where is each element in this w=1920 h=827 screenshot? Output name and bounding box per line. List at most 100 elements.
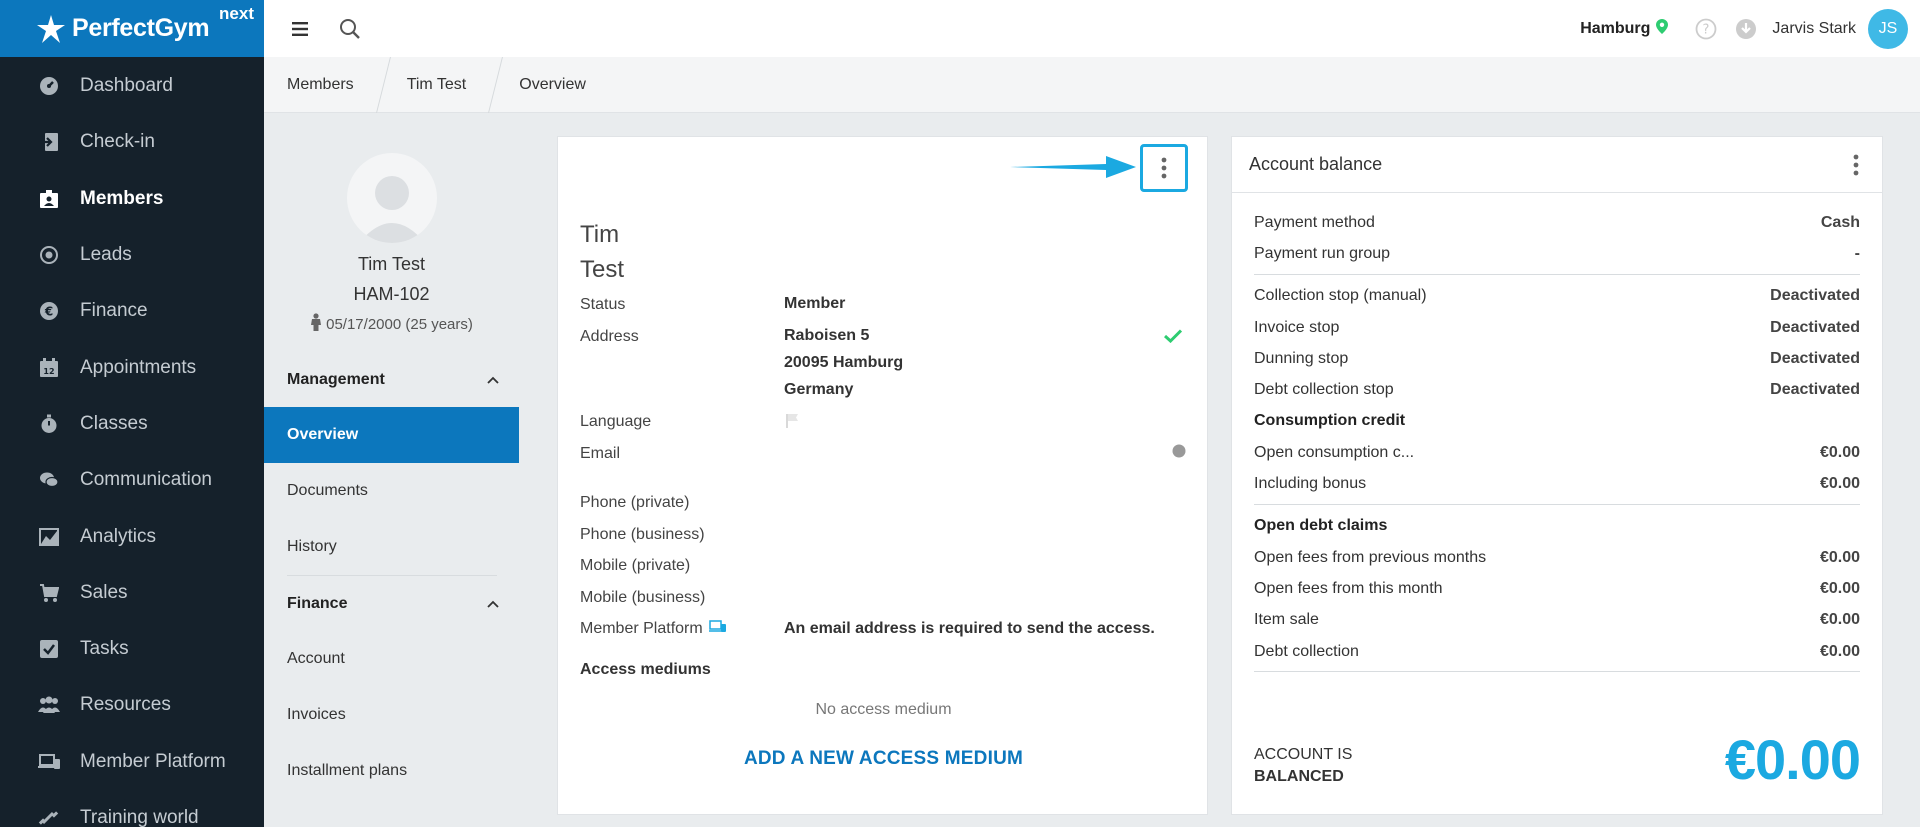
nav-item-appointments[interactable]: 12 Appointments bbox=[0, 339, 264, 395]
balance-value: Cash bbox=[1820, 213, 1860, 231]
nav-label: Sales bbox=[80, 581, 128, 603]
nav-label: Classes bbox=[80, 412, 148, 434]
brand-header[interactable]: PerfectGym next bbox=[0, 0, 264, 57]
leads-icon bbox=[38, 244, 60, 266]
user-avatar[interactable]: JS bbox=[1868, 8, 1908, 49]
balance-value: Deactivated bbox=[1770, 318, 1860, 336]
pointer-arrow-icon bbox=[1010, 156, 1136, 178]
nav-item-sales[interactable]: Sales bbox=[0, 565, 264, 621]
breadcrumb-members[interactable]: Members bbox=[264, 57, 383, 113]
label-email: Email bbox=[580, 445, 621, 462]
nav-item-finance[interactable]: € Finance bbox=[0, 283, 264, 339]
nav-item-training-world[interactable]: Training world bbox=[0, 790, 264, 827]
balance-value: €0.00 bbox=[1819, 579, 1860, 597]
nav-label: Finance bbox=[80, 300, 148, 322]
download-icon[interactable] bbox=[1734, 17, 1758, 41]
nav-item-resources[interactable]: Resources bbox=[0, 677, 264, 733]
value-member-platform: An email address is required to send the… bbox=[784, 620, 1155, 637]
balance-label: Open consumption c... bbox=[1254, 443, 1415, 461]
section-title: Management bbox=[287, 370, 385, 388]
balance-row: Collection stop (manual) Deactivated bbox=[1254, 281, 1860, 312]
cart-icon bbox=[38, 582, 60, 604]
brand-name: PerfectGym bbox=[72, 14, 210, 42]
balance-row: Open fees from this month €0.00 bbox=[1254, 573, 1860, 604]
nav-item-communication[interactable]: Communication bbox=[0, 452, 264, 508]
balance-value: Deactivated bbox=[1770, 349, 1860, 367]
balance-value: €0.00 bbox=[1819, 475, 1860, 493]
email-status-dot-icon bbox=[1172, 444, 1186, 463]
menu-item-documents[interactable]: Documents bbox=[264, 463, 519, 519]
nav-item-members[interactable]: Members bbox=[0, 171, 264, 227]
member-avatar[interactable] bbox=[346, 153, 437, 243]
nav-label: Member Platform bbox=[80, 750, 226, 772]
people-icon bbox=[38, 694, 60, 716]
balance-actions-menu-button[interactable] bbox=[1840, 145, 1872, 185]
nav-label: Dashboard bbox=[80, 75, 173, 97]
devices-icon bbox=[708, 620, 726, 638]
section-finance-toggle[interactable]: Finance bbox=[264, 576, 519, 631]
member-last-name: Test bbox=[580, 256, 625, 283]
balance-label: Debt collection stop bbox=[1254, 381, 1394, 399]
svg-text:?: ? bbox=[1703, 22, 1710, 37]
nav-item-tasks[interactable]: Tasks bbox=[0, 621, 264, 677]
menu-item-history[interactable]: History bbox=[264, 519, 519, 575]
no-access-medium-text: No access medium bbox=[815, 701, 952, 718]
member-first-name: Tim bbox=[580, 221, 620, 248]
checkbox-icon bbox=[38, 638, 60, 660]
member-side-panel: Tim Test HAM-102 05/17/2000 (25 years) M… bbox=[264, 114, 519, 827]
nav-item-check-in[interactable]: Check-in bbox=[0, 114, 264, 170]
address-verified-check-icon bbox=[1163, 329, 1183, 348]
member-full-name: Tim Test bbox=[580, 217, 624, 287]
balance-row: Open consumption c... €0.00 bbox=[1254, 437, 1860, 468]
nav-item-dashboard[interactable]: Dashboard bbox=[0, 58, 264, 114]
location-selector[interactable]: Hamburg bbox=[1580, 18, 1669, 39]
member-dob-text: 05/17/2000 (25 years) bbox=[326, 315, 473, 333]
check-in-icon bbox=[38, 131, 60, 153]
nav-label: Check-in bbox=[80, 131, 155, 153]
member-actions-menu-button[interactable] bbox=[1140, 144, 1188, 192]
menu-item-installment-plans[interactable]: Installment plans bbox=[264, 743, 519, 799]
nav-item-leads[interactable]: Leads bbox=[0, 227, 264, 283]
section-title: Finance bbox=[287, 594, 348, 612]
consumption-credit-title: Consumption credit bbox=[1254, 412, 1406, 430]
chat-icon bbox=[38, 469, 60, 491]
hamburger-menu-icon[interactable] bbox=[288, 17, 312, 41]
value-status: Member bbox=[784, 295, 846, 312]
member-id: HAM-102 bbox=[353, 284, 430, 304]
balance-total: €0.00 bbox=[1724, 728, 1861, 791]
chart-icon bbox=[38, 526, 60, 548]
balance-label: Open fees from previous months bbox=[1254, 548, 1487, 566]
balance-label: Invoice stop bbox=[1254, 318, 1340, 336]
label-address: Address bbox=[580, 328, 639, 345]
search-icon[interactable] bbox=[338, 17, 362, 41]
menu-item-invoices[interactable]: Invoices bbox=[264, 687, 519, 743]
add-access-medium-link[interactable]: ADD A NEW ACCESS MEDIUM bbox=[558, 748, 1209, 770]
location-name: Hamburg bbox=[1580, 19, 1651, 37]
nav-item-member-platform[interactable]: Member Platform bbox=[0, 734, 264, 790]
balance-status-line-1: Account is bbox=[1254, 746, 1353, 763]
menu-item-overview[interactable]: Overview bbox=[264, 407, 519, 463]
balance-label: Collection stop (manual) bbox=[1254, 287, 1427, 305]
breadcrumb-member[interactable]: Tim Test bbox=[384, 57, 496, 113]
account-balance-body: Payment method Cash Payment run group - Co… bbox=[1232, 193, 1882, 673]
divider bbox=[1254, 273, 1860, 275]
help-icon[interactable]: ? bbox=[1694, 17, 1718, 41]
menu-item-account[interactable]: Account bbox=[264, 631, 519, 687]
balance-row: Payment run group - bbox=[1254, 238, 1860, 269]
dashboard-icon bbox=[38, 75, 60, 97]
balance-label: Payment method bbox=[1254, 213, 1375, 231]
account-balance-title: Account balance bbox=[1249, 154, 1383, 174]
section-management-toggle[interactable]: Management bbox=[264, 352, 519, 407]
balance-status-line-2: balanced bbox=[1254, 768, 1344, 785]
account-balance-header: Account balance bbox=[1232, 137, 1882, 193]
address-line-1: Raboisen 5 bbox=[784, 327, 870, 344]
divider bbox=[1254, 503, 1860, 505]
nav-item-classes[interactable]: Classes bbox=[0, 396, 264, 452]
nav-item-analytics[interactable]: Analytics bbox=[0, 508, 264, 564]
user-name[interactable]: Jarvis Stark bbox=[1772, 20, 1856, 38]
balance-row: Payment method Cash bbox=[1254, 207, 1860, 238]
label-phone-private: Phone (private) bbox=[580, 494, 690, 511]
nav-label: Tasks bbox=[80, 638, 129, 660]
address-line-3: Germany bbox=[784, 381, 854, 398]
flag-icon[interactable] bbox=[786, 413, 800, 434]
